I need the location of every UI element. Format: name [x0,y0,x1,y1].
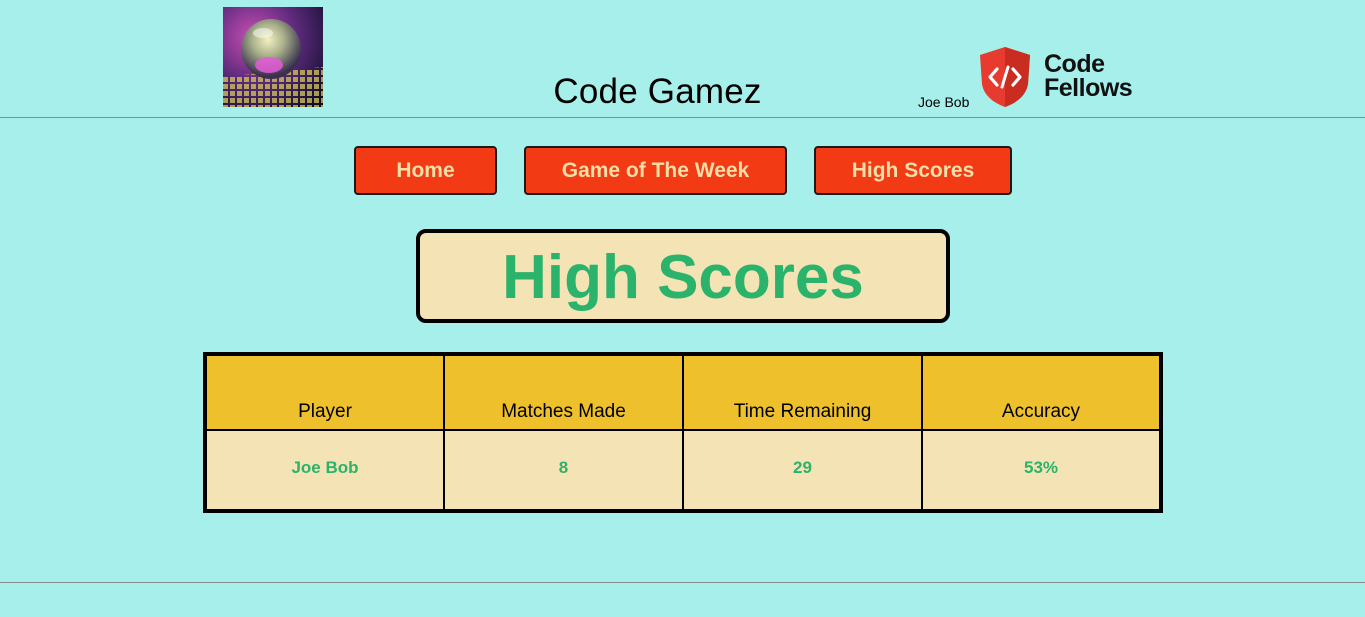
code-fellows-wordmark: Code Fellows [1044,50,1133,102]
brand-line-1: Code [1044,50,1105,78]
nav-high-scores-button[interactable]: High Scores [814,146,1012,195]
site-title: Code Gamez [553,72,762,111]
page-title-box: High Scores [416,229,950,323]
code-shield-icon [980,47,1030,107]
site-header: Code Gamez Joe Bob Code Fellows [0,0,1365,118]
cell-matches-made: 8 [443,429,684,512]
column-header-accuracy: Accuracy [921,353,1162,431]
cell-player: Joe Bob [204,429,445,512]
page-title: High Scores [502,243,864,312]
code-fellows-logo[interactable]: Code Fellows [978,46,1148,108]
column-header-matches-made: Matches Made [443,353,684,431]
nav-game-of-the-week-button[interactable]: Game of The Week [524,146,787,195]
column-header-player: Player [204,353,445,431]
footer-divider [0,582,1365,583]
cell-accuracy: 53% [921,429,1162,512]
username-label: Joe Bob [918,94,970,110]
nav-home-button[interactable]: Home [354,146,497,195]
high-scores-table: Player Matches Made Time Remaining Accur… [203,352,1163,513]
column-header-time-remaining: Time Remaining [682,353,923,431]
brand-line-2: Fellows [1044,74,1133,102]
crystal-ball-logo[interactable] [223,7,323,107]
cell-time-remaining: 29 [682,429,923,512]
table-row: Joe Bob 8 29 53% [204,429,1162,512]
table-header-row: Player Matches Made Time Remaining Accur… [204,353,1162,431]
